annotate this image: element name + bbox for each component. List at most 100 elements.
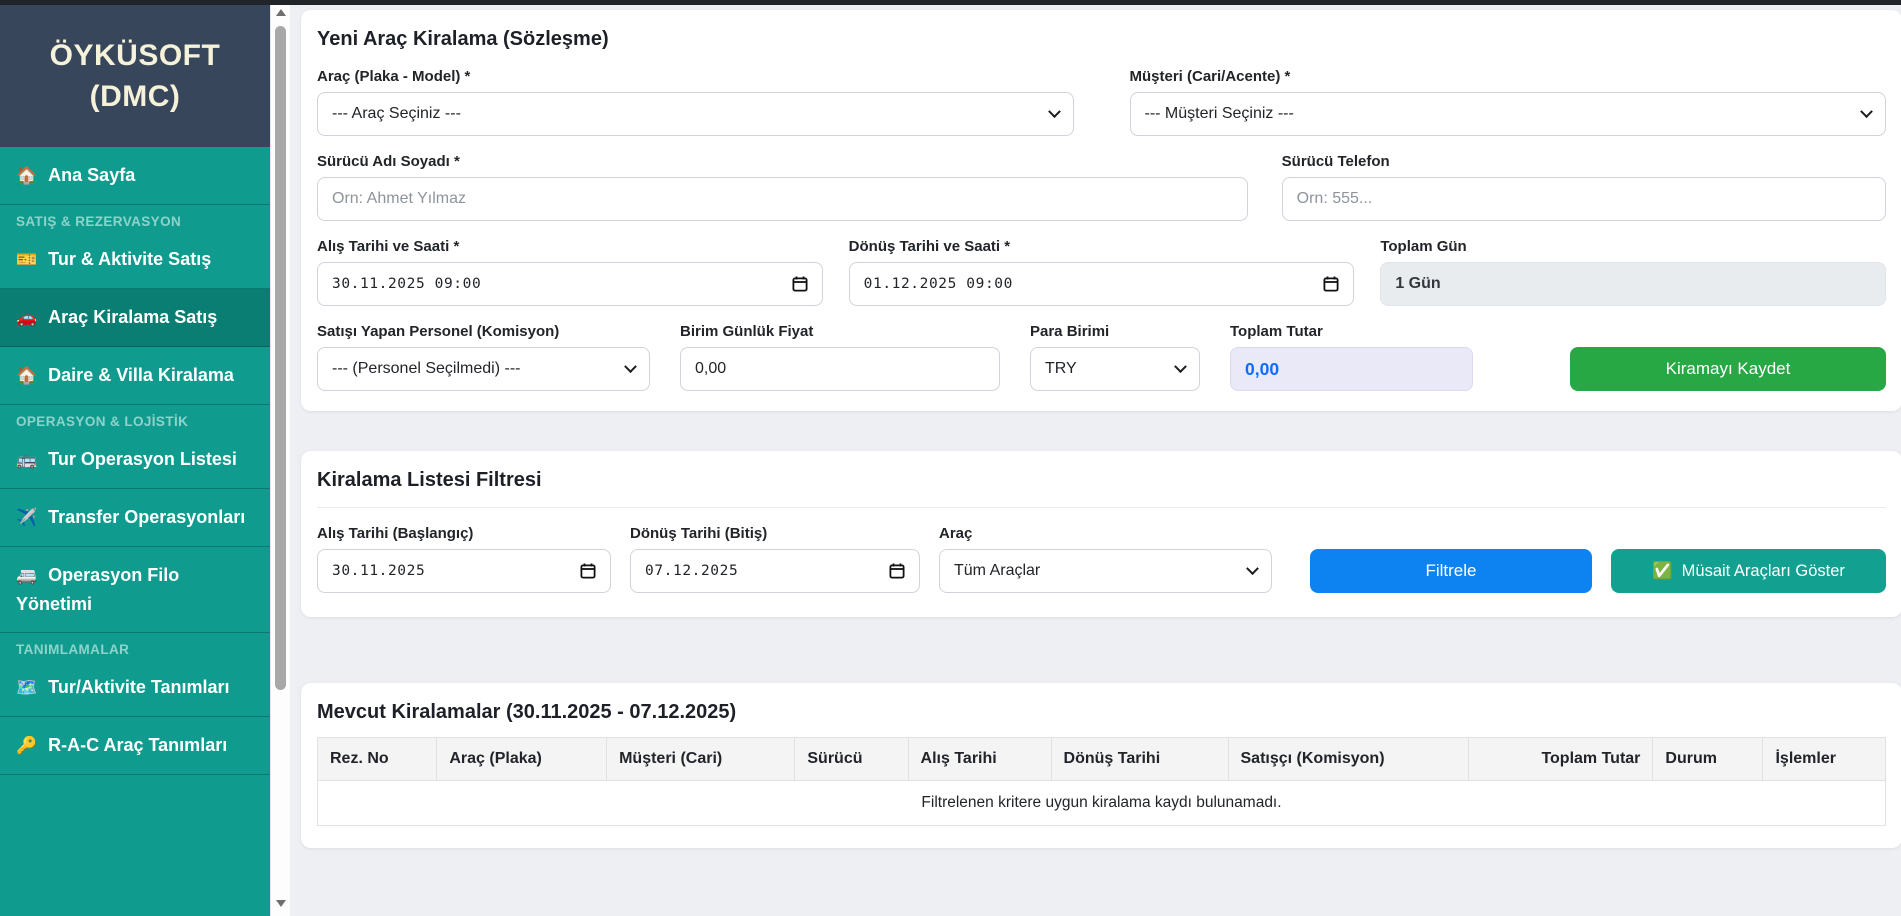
calendar-icon[interactable] [889, 563, 905, 579]
sidebar-item-label: Ana Sayfa [48, 165, 135, 185]
salesperson-field: Satışı Yapan Personel (Komisyon) --- (Pe… [317, 323, 650, 391]
pickup-datetime-input[interactable]: 30.11.2025 09:00 [317, 262, 823, 306]
sidebar-section-satis-rezervasyon: SATIŞ & REZERVASYON [0, 205, 270, 231]
total-amount-label: Toplam Tutar [1230, 323, 1473, 340]
col-header-satisci-komisyon: Satışçı (Komisyon) [1228, 738, 1469, 781]
window-top-edge [0, 0, 1901, 5]
show-available-vehicles-button[interactable]: ✅ Müsait Araçları Göster [1611, 549, 1886, 593]
bus-icon: 🚌 [16, 450, 37, 469]
col-header-arac-plaka: Araç (Plaka) [437, 738, 607, 781]
minibus-icon: 🚐 [16, 566, 37, 585]
sidebar-item-rac-arac-tanimlari[interactable]: 🔑R-A-C Araç Tanımları [0, 717, 270, 775]
car-icon: 🚗 [16, 308, 37, 327]
customer-select[interactable]: --- Müşteri Seçiniz --- [1130, 92, 1887, 136]
daily-price-field: Birim Günlük Fiyat [680, 323, 1000, 391]
chevron-down-icon [1174, 360, 1187, 373]
filter-start-date-input[interactable]: 30.11.2025 [317, 549, 611, 593]
sidebar-scrollbar-thumb[interactable] [275, 26, 286, 690]
calendar-icon[interactable] [1323, 276, 1339, 292]
sidebar-item-label: Tur Operasyon Listesi [48, 449, 237, 469]
filter-button[interactable]: Filtrele [1310, 549, 1592, 593]
app-logo: ÖYKÜSOFT (DMC) [0, 0, 270, 147]
scroll-down-icon[interactable] [276, 900, 286, 907]
filter-start-date-label: Alış Tarihi (Başlangıç) [317, 525, 611, 542]
customer-select-value: --- Müşteri Seçiniz --- [1145, 105, 1294, 123]
sidebar-item-label: Daire & Villa Kiralama [48, 365, 234, 385]
calendar-icon[interactable] [580, 563, 596, 579]
driver-name-field: Sürücü Adı Soyadı * [317, 153, 1248, 221]
sidebar-item-tur-aktivite-tanimlari[interactable]: 🗺️ Tur/Aktivite Tanımları [0, 659, 270, 717]
ticket-icon: 🎫 [16, 250, 37, 269]
sidebar-item-label: Operasyon Filo Yönetimi [16, 565, 179, 614]
save-rental-button[interactable]: Kiramayı Kaydet [1570, 347, 1886, 391]
chevron-down-icon [1246, 562, 1259, 575]
driver-name-label: Sürücü Adı Soyadı * [317, 153, 1248, 170]
sidebar-item-label: Tur/Aktivite Tanımları [48, 677, 229, 697]
driver-name-input[interactable] [317, 177, 1248, 221]
checkbox-check-icon: ✅ [1652, 562, 1673, 581]
pickup-datetime-label: Alış Tarihi ve Saati * [317, 238, 823, 255]
sidebar-item-arac-kiralama-satis[interactable]: 🚗 Araç Kiralama Satış [0, 289, 270, 347]
calendar-icon[interactable] [792, 276, 808, 292]
total-days-readout: 1 Gün [1380, 262, 1886, 306]
return-datetime-label: Dönüş Tarihi ve Saati * [849, 238, 1355, 255]
house-icon: 🏠 [16, 366, 37, 385]
world-map-icon: 🗺️ [16, 678, 37, 697]
col-header-donus-tarihi: Dönüş Tarihi [1051, 738, 1228, 781]
sidebar-item-tur-operasyon-listesi[interactable]: 🚌 Tur Operasyon Listesi [0, 431, 270, 489]
vehicle-field: Araç (Plaka - Model) * --- Araç Seçiniz … [317, 68, 1074, 136]
app-title: ÖYKÜSOFT (DMC) [14, 36, 256, 117]
col-header-durum: Durum [1653, 738, 1763, 781]
daily-price-input[interactable] [680, 347, 1000, 391]
salesperson-label: Satışı Yapan Personel (Komisyon) [317, 323, 650, 340]
sidebar-item-ana-sayfa[interactable]: 🏠Ana Sayfa [0, 147, 270, 205]
filter-button-label: Filtrele [1425, 561, 1476, 581]
total-days-label: Toplam Gün [1380, 238, 1886, 255]
currency-select[interactable]: TRY [1030, 347, 1200, 391]
rentals-table: Rez. No Araç (Plaka) Müşteri (Cari) Sürü… [317, 737, 1886, 826]
return-datetime-input[interactable]: 01.12.2025 09:00 [849, 262, 1355, 306]
show-available-vehicles-label: Müsait Araçları Göster [1682, 562, 1845, 581]
customer-field: Müşteri (Cari/Acente) * --- Müşteri Seçi… [1130, 68, 1887, 136]
sidebar-item-label: Tur & Aktivite Satış [48, 249, 211, 269]
sidebar-item-label: Araç Kiralama Satış [48, 307, 217, 327]
rental-filter-card: Kiralama Listesi Filtresi Alış Tarihi (B… [301, 451, 1901, 617]
sidebar-item-tur-aktivite-satis[interactable]: 🎫 Tur & Aktivite Satış [0, 231, 270, 289]
new-rental-card: Yeni Araç Kiralama (Sözleşme) Araç (Plak… [301, 10, 1901, 411]
filter-vehicle-select[interactable]: Tüm Araçlar [939, 549, 1272, 593]
vehicle-select[interactable]: --- Araç Seçiniz --- [317, 92, 1074, 136]
chevron-down-icon [1048, 105, 1061, 118]
currency-select-value: TRY [1045, 360, 1077, 378]
filter-start-date-value: 30.11.2025 [332, 563, 425, 579]
empty-results-message: Filtrelenen kritere uygun kiralama kaydı… [318, 781, 1886, 826]
key-icon: 🔑 [16, 736, 37, 755]
driver-phone-field: Sürücü Telefon [1282, 153, 1886, 221]
currency-label: Para Birimi [1030, 323, 1200, 340]
rentals-table-empty-row: Filtrelenen kritere uygun kiralama kaydı… [318, 781, 1886, 826]
vehicle-label: Araç (Plaka - Model) * [317, 68, 1074, 85]
col-header-alis-tarihi: Alış Tarihi [908, 738, 1051, 781]
new-rental-title: Yeni Araç Kiralama (Sözleşme) [317, 28, 1886, 51]
sidebar-scrollbar[interactable] [270, 0, 290, 916]
filter-end-date-label: Dönüş Tarihi (Bitiş) [630, 525, 920, 542]
total-amount-input[interactable] [1230, 347, 1473, 391]
filter-end-date-input[interactable]: 07.12.2025 [630, 549, 920, 593]
col-header-surucu: Sürücü [795, 738, 908, 781]
main-content: Yeni Araç Kiralama (Sözleşme) Araç (Plak… [290, 0, 1901, 916]
sidebar-section-tanimlamalar: TANIMLAMALAR [0, 633, 270, 659]
driver-phone-input[interactable] [1282, 177, 1886, 221]
scroll-up-icon[interactable] [276, 9, 286, 16]
vehicle-select-value: --- Araç Seçiniz --- [332, 105, 461, 123]
driver-phone-label: Sürücü Telefon [1282, 153, 1886, 170]
filter-vehicle-label: Araç [939, 525, 1272, 542]
salesperson-select[interactable]: --- (Personel Seçilmedi) --- [317, 347, 650, 391]
col-header-musteri-cari: Müşteri (Cari) [607, 738, 795, 781]
sidebar-item-operasyon-filo-yonetimi[interactable]: 🚐Operasyon Filo Yönetimi [0, 547, 270, 633]
sidebar-item-transfer-operasyonlari[interactable]: ✈️Transfer Operasyonları [0, 489, 270, 547]
airplane-icon: ✈️ [16, 508, 37, 527]
currency-field: Para Birimi TRY [1030, 323, 1200, 391]
sidebar-item-daire-villa-kiralama[interactable]: 🏠 Daire & Villa Kiralama [0, 347, 270, 405]
rentals-table-header-row: Rez. No Araç (Plaka) Müşteri (Cari) Sürü… [318, 738, 1886, 781]
divider [317, 507, 1886, 508]
save-rental-button-label: Kiramayı Kaydet [1666, 359, 1791, 379]
